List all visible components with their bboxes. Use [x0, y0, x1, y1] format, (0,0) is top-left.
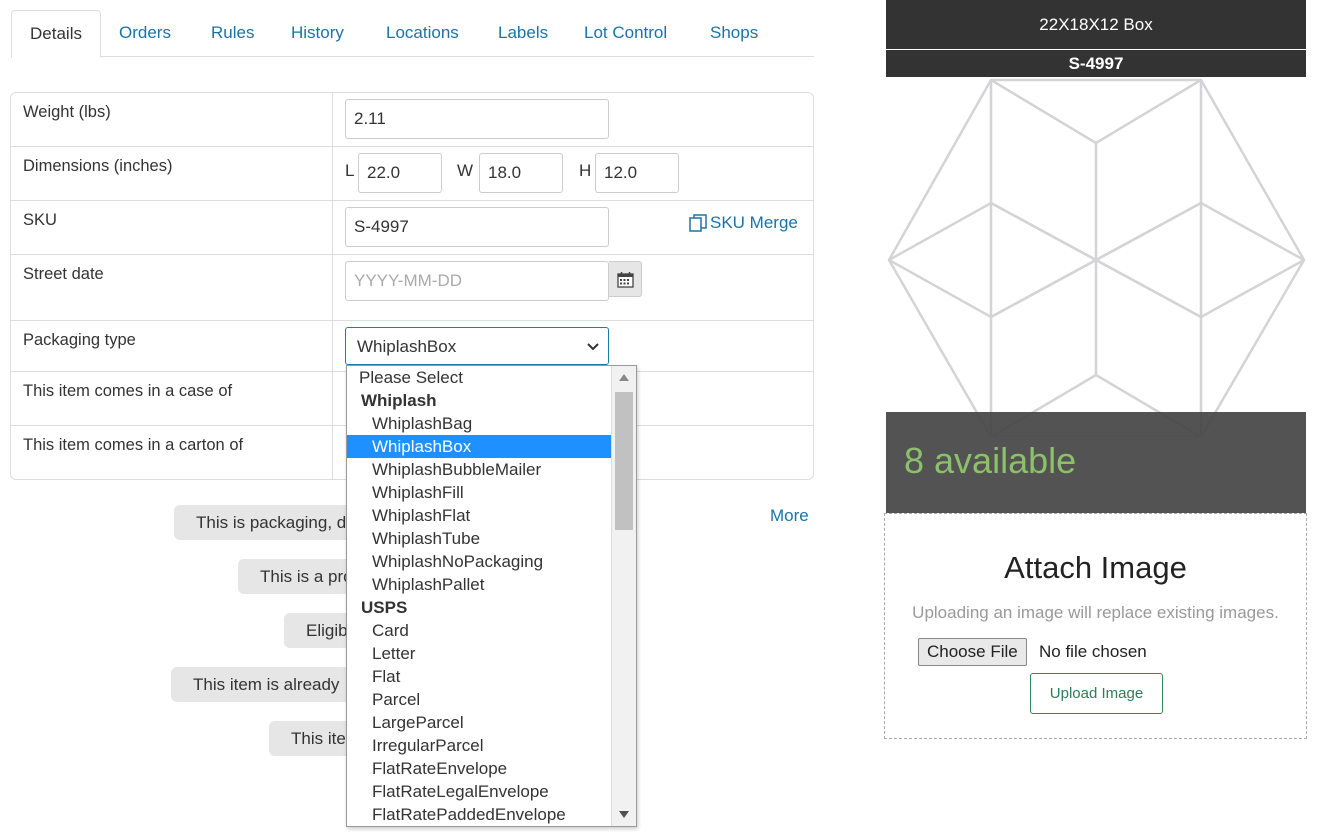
case-of-label: This item comes in a case of	[23, 382, 233, 400]
width-label: W	[457, 161, 474, 180]
tab-history[interactable]: History	[291, 10, 344, 57]
tab-bar: Details Orders Rules History Locations L…	[11, 10, 814, 58]
packaging-type-label: Packaging type	[23, 331, 136, 349]
sku-merge-link[interactable]: SKU Merge	[689, 213, 798, 233]
length-label: L	[345, 161, 355, 180]
option-whiplashbubblemailer[interactable]: WhiplashBubbleMailer	[347, 458, 611, 481]
packaging-type-dropdown[interactable]: Please Select Whiplash WhiplashBag Whipl…	[346, 365, 637, 827]
packaging-type-value: WhiplashBox	[357, 337, 457, 356]
dropdown-scrollbar[interactable]	[611, 366, 636, 826]
scroll-thumb[interactable]	[615, 392, 633, 530]
product-title: 22X18X12 Box	[886, 0, 1306, 49]
option-irregularparcel[interactable]: IrregularParcel	[347, 734, 611, 757]
dimensions-cell: L 22.0 W 18.0 H 12.0	[332, 147, 813, 200]
option-whiplashnopackaging[interactable]: WhiplashNoPackaging	[347, 550, 611, 573]
option-whiplashpallet[interactable]: WhiplashPallet	[347, 573, 611, 596]
street-date-input[interactable]: YYYY-MM-DD	[345, 261, 609, 301]
tab-lot-control[interactable]: Lot Control	[584, 10, 667, 57]
weight-cell: 2.11	[332, 93, 813, 146]
carton-of-label: This item comes in a carton of	[23, 436, 244, 454]
product-image-placeholder	[886, 77, 1306, 439]
more-link[interactable]: More	[770, 506, 809, 526]
tab-orders[interactable]: Orders	[119, 10, 171, 57]
tab-rules[interactable]: Rules	[211, 10, 254, 57]
option-card[interactable]: Card	[347, 619, 611, 642]
option-flatrateenvelope[interactable]: FlatRateEnvelope	[347, 757, 611, 780]
optgroup-whiplash: Whiplash	[361, 391, 437, 410]
option-flat[interactable]: Flat	[347, 665, 611, 688]
tab-shops[interactable]: Shops	[710, 10, 758, 57]
packaging-type-select[interactable]: WhiplashBox	[345, 327, 609, 365]
copy-icon	[689, 214, 707, 232]
attach-image-hint: Uploading an image will replace existing…	[912, 603, 1279, 622]
optgroup-usps: USPS	[361, 598, 408, 617]
option-letter[interactable]: Letter	[347, 642, 611, 665]
cube-placeholder-icon	[887, 78, 1306, 439]
height-input[interactable]: 12.0	[595, 153, 679, 193]
dimensions-row: Dimensions (inches) L 22.0 W 18.0 H 12.0	[11, 147, 813, 201]
file-status: No file chosen	[1039, 642, 1147, 661]
tab-details[interactable]: Details	[11, 10, 101, 58]
scroll-down-arrow-icon[interactable]	[619, 811, 629, 818]
option-whiplashtube[interactable]: WhiplashTube	[347, 527, 611, 550]
upload-image-button[interactable]: Upload Image	[1030, 673, 1163, 714]
choose-file-button[interactable]: Choose File	[918, 638, 1027, 666]
width-input[interactable]: 18.0	[479, 153, 563, 193]
tab-locations[interactable]: Locations	[386, 10, 459, 57]
option-largeparcel[interactable]: LargeParcel	[347, 711, 611, 734]
street-date-row: Street date YYYY-MM-DD	[11, 255, 813, 321]
length-input[interactable]: 22.0	[358, 153, 442, 193]
sku-input[interactable]: S-4997	[345, 207, 609, 247]
option-whiplashfill[interactable]: WhiplashFill	[347, 481, 611, 504]
sku-row: SKU S-4997 SKU Merge	[11, 201, 813, 255]
dimensions-label: Dimensions (inches)	[23, 157, 173, 175]
option-whiplashbag[interactable]: WhiplashBag	[347, 412, 611, 435]
option-parcel[interactable]: Parcel	[347, 688, 611, 711]
sku-merge-label: SKU Merge	[710, 213, 798, 232]
attach-image-panel: Attach Image Uploading an image will rep…	[884, 513, 1307, 739]
availability-banner: 8 available	[886, 412, 1306, 513]
option-please-select[interactable]: Please Select	[347, 366, 611, 389]
product-sku: S-4997	[886, 50, 1306, 77]
available-count: 8 available	[904, 440, 1077, 481]
weight-label: Weight (lbs)	[23, 103, 111, 121]
attach-image-title: Attach Image	[1004, 550, 1187, 585]
option-whiplashbox[interactable]: WhiplashBox	[347, 435, 611, 458]
street-date-cell: YYYY-MM-DD	[332, 255, 813, 320]
street-date-label: Street date	[23, 265, 104, 283]
scroll-up-arrow-icon[interactable]	[619, 374, 629, 381]
packaging-type-cell: WhiplashBox	[332, 321, 813, 371]
tab-labels[interactable]: Labels	[498, 10, 548, 57]
calendar-icon	[616, 271, 634, 288]
sku-label: SKU	[23, 211, 57, 229]
weight-input[interactable]: 2.11	[345, 99, 609, 139]
option-flatratepaddedenvelope[interactable]: FlatRatePaddedEnvelope	[347, 803, 611, 826]
option-whiplashflat[interactable]: WhiplashFlat	[347, 504, 611, 527]
calendar-button[interactable]	[609, 261, 642, 297]
chevron-down-icon	[587, 343, 599, 351]
option-flatratelegalenvelope[interactable]: FlatRateLegalEnvelope	[347, 780, 611, 803]
weight-row: Weight (lbs) 2.11	[11, 93, 813, 147]
height-label: H	[579, 161, 592, 180]
